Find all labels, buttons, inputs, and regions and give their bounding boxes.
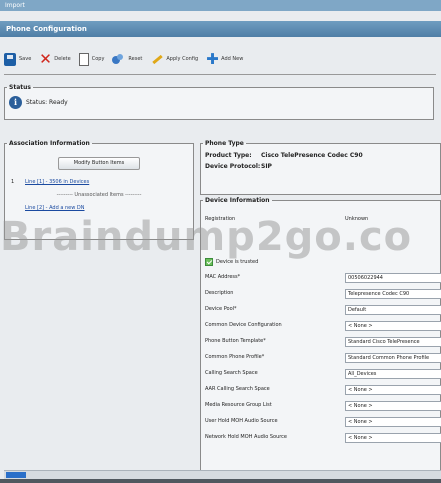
line-number: 1 (11, 179, 15, 185)
horizontal-scrollbar[interactable] (4, 470, 441, 479)
common-device-config-label: Common Device Configuration (205, 322, 282, 328)
network-hold-moh-select[interactable]: < None > (345, 433, 441, 443)
add-icon: ✚ (206, 49, 219, 68)
save-button[interactable]: Save (4, 52, 32, 66)
reset-button[interactable]: Reset (112, 53, 142, 66)
network-hold-moh-label: Network Hold MOH Audio Source (205, 434, 288, 440)
window-title: Import (5, 2, 25, 9)
calling-search-space-select[interactable]: All_Devices (345, 369, 441, 379)
save-label: Save (19, 56, 32, 62)
copy-button[interactable]: Copy (78, 52, 105, 66)
status-panel: Status i Status: Ready (4, 84, 434, 120)
reset-label: Reset (128, 56, 143, 62)
device-pool-label: Device Pool* (205, 306, 237, 312)
mrgl-label: Media Resource Group List (205, 402, 272, 408)
status-text: Status: Ready (26, 99, 68, 106)
aar-css-select[interactable]: < None > (345, 385, 441, 395)
line-1-link[interactable]: Line [1] - 3506 in Devices (25, 179, 89, 185)
add-new-button[interactable]: ✚ Add New (206, 49, 244, 68)
copy-label: Copy (91, 56, 105, 62)
add-new-label: Add New (221, 56, 244, 62)
delete-label: Delete (54, 56, 71, 62)
aar-css-label: AAR Calling Search Space (205, 386, 270, 392)
page-title: Phone Configuration (6, 25, 87, 33)
product-type-key: Product Type: (205, 152, 252, 159)
watermark: Braindump2go.co (0, 214, 413, 260)
device-protocol-key: Device Protocol: (205, 163, 261, 170)
phone-button-template-select[interactable]: Standard Cisco TelePresence (345, 337, 441, 347)
device-protocol-value: SIP (261, 163, 272, 170)
reset-icon (112, 53, 125, 66)
page-header: Phone Configuration (0, 21, 441, 37)
association-legend: Association Information (9, 140, 90, 147)
phone-button-template-label: Phone Button Template* (205, 338, 266, 344)
calling-search-space-label: Calling Search Space (205, 370, 258, 376)
toolbar: Save ✕ Delete Copy Reset Apply Config ✚ … (0, 48, 441, 70)
status-legend: Status (9, 84, 31, 91)
user-hold-moh-select[interactable]: < None > (345, 417, 441, 427)
save-icon (4, 52, 16, 66)
phone-type-legend: Phone Type (205, 140, 244, 147)
footer-bar (0, 479, 441, 483)
info-icon: i (9, 96, 22, 109)
description-input[interactable]: Telepresence Codec C90 (345, 289, 441, 299)
delete-button[interactable]: ✕ Delete (39, 49, 71, 68)
unassociated-label: Unassociated Items (74, 192, 124, 198)
common-phone-profile-label: Common Phone Profile* (205, 354, 265, 360)
mac-address-input[interactable]: 00506022944 (345, 273, 441, 283)
unassociated-items-divider: --------- Unassociated Items --------- (56, 192, 142, 198)
delete-icon: ✕ (39, 49, 52, 68)
mac-address-label: MAC Address* (205, 274, 241, 280)
modify-button-items-button[interactable]: Modify Button Items (58, 157, 140, 170)
description-label: Description (205, 290, 234, 296)
line-2-link[interactable]: Line [2] - Add a new DN (25, 205, 85, 211)
copy-icon (78, 52, 89, 66)
device-pool-select[interactable]: Default (345, 305, 441, 315)
apply-config-label: Apply Config (166, 56, 199, 62)
window-title-bar: Import (0, 0, 441, 11)
common-device-config-select[interactable]: < None > (345, 321, 441, 331)
scrollbar-thumb[interactable] (6, 472, 26, 478)
user-hold-moh-label: User Hold MOH Audio Source (205, 418, 278, 424)
product-type-value: Cisco TelePresence Codec C90 (261, 152, 363, 159)
apply-config-button[interactable]: Apply Config (150, 53, 198, 66)
pencil-icon (150, 53, 163, 66)
phone-type-panel: Phone Type Product Type: Cisco TelePrese… (200, 140, 441, 195)
toolbar-divider (4, 74, 436, 75)
common-phone-profile-select[interactable]: Standard Common Phone Profile (345, 353, 441, 363)
mrgl-select[interactable]: < None > (345, 401, 441, 411)
device-info-legend: Device Information (205, 197, 270, 204)
